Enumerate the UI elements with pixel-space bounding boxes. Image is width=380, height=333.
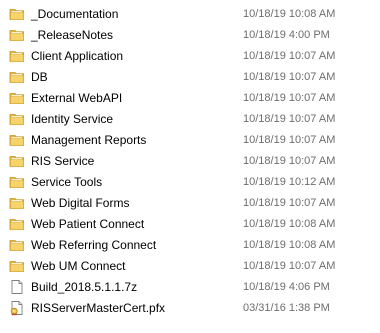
file-name: Web Referring Connect	[31, 238, 157, 252]
file-row[interactable]: Identity Service 10/18/19 10:07 AM	[0, 109, 380, 130]
file-modified-date: 10/18/19 10:07 AM	[243, 260, 336, 272]
file-modified-date: 10/18/19 10:08 AM	[243, 218, 336, 230]
file-name: Build_2018.5.1.1.7z	[31, 280, 138, 294]
file-modified-date: 10/18/19 10:07 AM	[243, 155, 336, 167]
file-row[interactable]: Web Digital Forms 10/18/19 10:07 AM	[0, 193, 380, 214]
file-name: External WebAPI	[31, 91, 123, 105]
file-row[interactable]: Web Referring Connect 10/18/19 10:08 AM	[0, 235, 380, 256]
file-modified-date: 10/18/19 4:00 PM	[243, 29, 330, 41]
file-row[interactable]: External WebAPI 10/18/19 10:07 AM	[0, 88, 380, 109]
file-name: Management Reports	[31, 133, 147, 147]
file-row[interactable]: Client Application 10/18/19 10:07 AM	[0, 46, 380, 67]
folder-icon	[9, 258, 25, 274]
file-name: Service Tools	[31, 175, 103, 189]
folder-icon	[9, 216, 25, 232]
file-modified-date: 10/18/19 10:08 AM	[243, 239, 336, 251]
file-modified-date: 10/18/19 10:07 AM	[243, 197, 336, 209]
file-modified-date: 10/18/19 10:08 AM	[243, 8, 336, 20]
file-modified-date: 10/18/19 10:12 AM	[243, 176, 336, 188]
file-modified-date: 10/18/19 10:07 AM	[243, 50, 336, 62]
folder-icon	[9, 237, 25, 253]
folder-icon	[9, 111, 25, 127]
file-icon	[9, 279, 25, 295]
folder-icon	[9, 27, 25, 43]
file-row[interactable]: RIS Service 10/18/19 10:07 AM	[0, 151, 380, 172]
file-modified-date: 10/18/19 10:07 AM	[243, 113, 336, 125]
folder-icon	[9, 6, 25, 22]
file-row[interactable]: RISServerMasterCert.pfx 03/31/16 1:38 PM	[0, 298, 380, 319]
file-modified-date: 10/18/19 10:07 AM	[243, 92, 336, 104]
file-row[interactable]: _ReleaseNotes 10/18/19 4:00 PM	[0, 25, 380, 46]
file-name: DB	[31, 70, 48, 84]
file-name: _ReleaseNotes	[31, 28, 114, 42]
file-row[interactable]: Build_2018.5.1.1.7z 10/18/19 4:06 PM	[0, 277, 380, 298]
file-name: RISServerMasterCert.pfx	[31, 301, 166, 315]
folder-icon	[9, 195, 25, 211]
file-name: _Documentation	[31, 7, 119, 21]
file-list: _Documentation 10/18/19 10:08 AM _Release…	[0, 4, 380, 319]
file-modified-date: 10/18/19 10:07 AM	[243, 134, 336, 146]
file-modified-date: 10/18/19 10:07 AM	[243, 71, 336, 83]
file-row[interactable]: Web Patient Connect 10/18/19 10:08 AM	[0, 214, 380, 235]
file-name: RIS Service	[31, 154, 95, 168]
file-name: Identity Service	[31, 112, 114, 126]
file-row[interactable]: Service Tools 10/18/19 10:12 AM	[0, 172, 380, 193]
file-name: Web UM Connect	[31, 259, 126, 273]
file-row[interactable]: _Documentation 10/18/19 10:08 AM	[0, 4, 380, 25]
folder-icon	[9, 174, 25, 190]
file-name: Client Application	[31, 49, 124, 63]
folder-icon	[9, 132, 25, 148]
folder-icon	[9, 90, 25, 106]
file-modified-date: 10/18/19 4:06 PM	[243, 281, 330, 293]
file-row[interactable]: Web UM Connect 10/18/19 10:07 AM	[0, 256, 380, 277]
folder-icon	[9, 48, 25, 64]
certificate-file-icon	[9, 300, 25, 316]
file-modified-date: 03/31/16 1:38 PM	[243, 302, 330, 314]
file-row[interactable]: DB 10/18/19 10:07 AM	[0, 67, 380, 88]
folder-icon	[9, 153, 25, 169]
folder-icon	[9, 69, 25, 85]
file-name: Web Patient Connect	[31, 217, 145, 231]
file-row[interactable]: Management Reports 10/18/19 10:07 AM	[0, 130, 380, 151]
file-name: Web Digital Forms	[31, 196, 130, 210]
